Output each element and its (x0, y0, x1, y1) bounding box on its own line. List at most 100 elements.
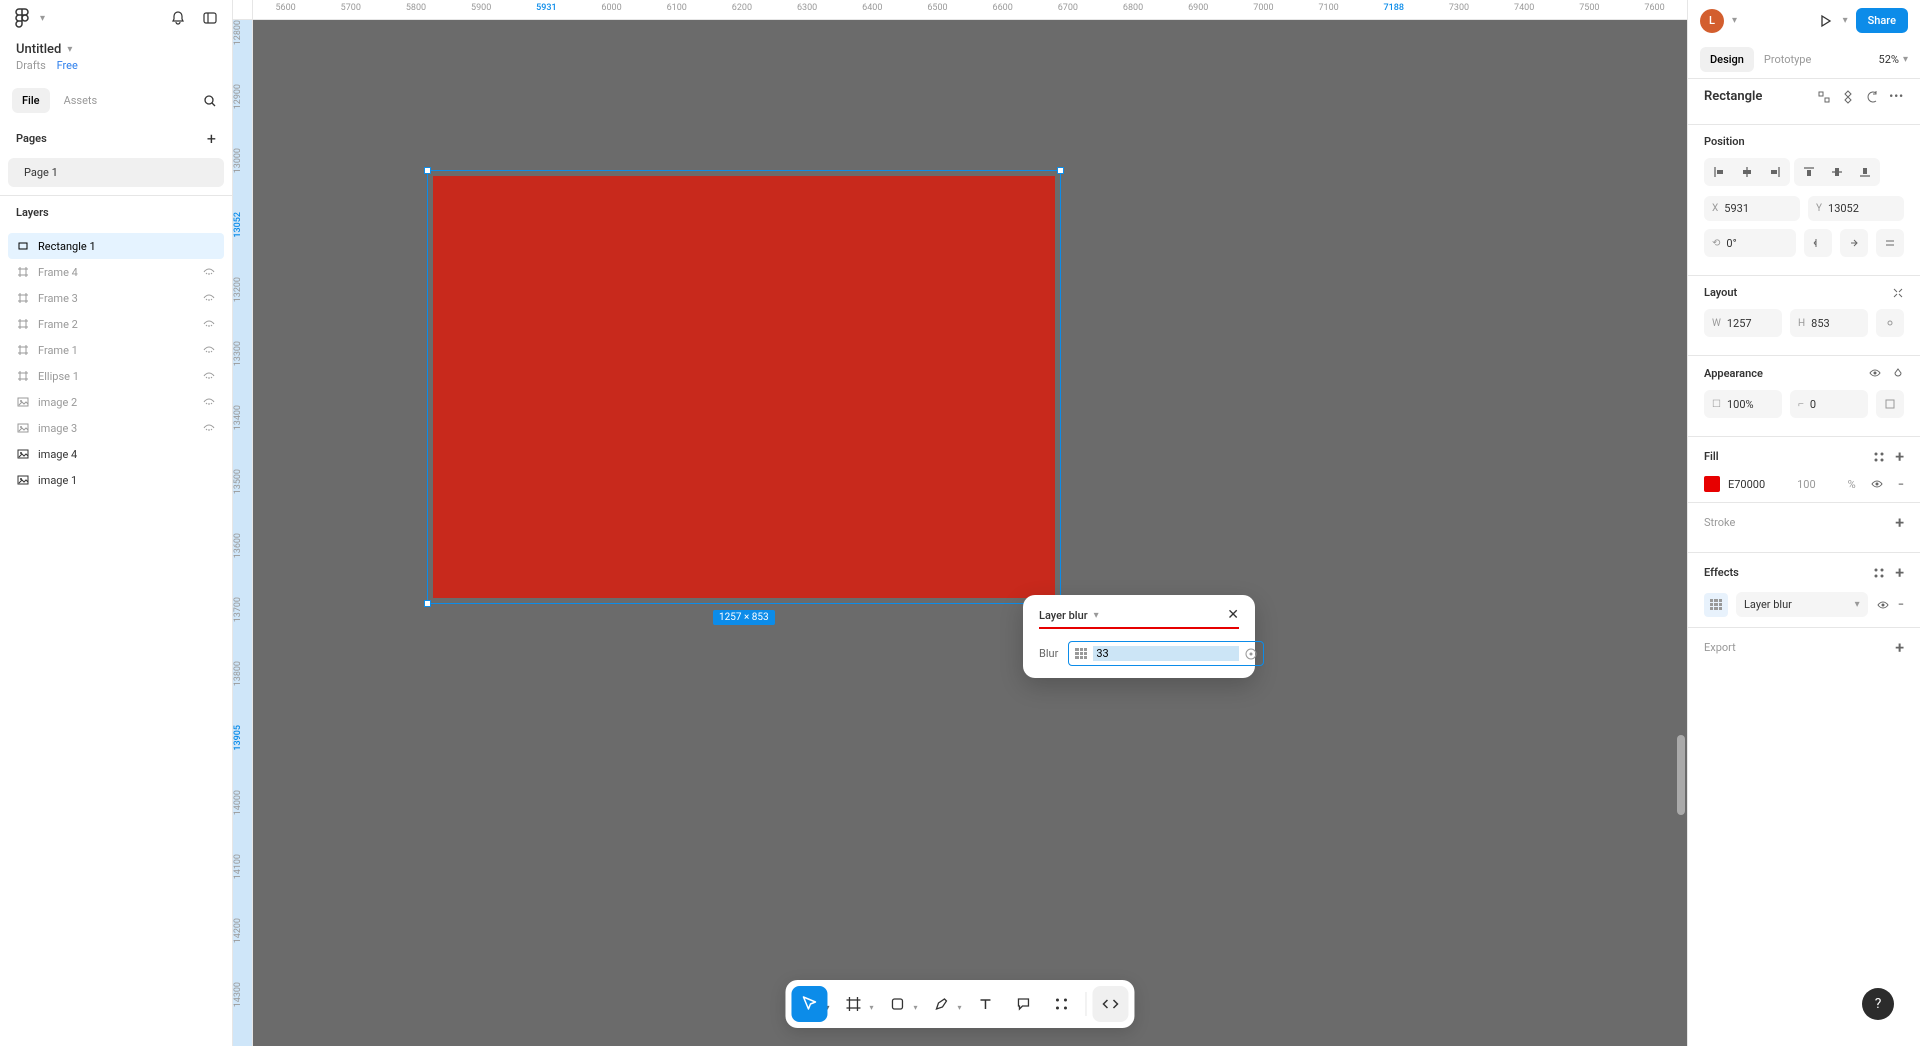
chevron-down-icon[interactable]: ▾ (40, 13, 45, 24)
hidden-icon[interactable] (202, 423, 216, 433)
hidden-icon[interactable] (202, 319, 216, 329)
zoom-control[interactable]: 52% ▾ (1879, 53, 1908, 66)
width-field[interactable]: W1257 (1704, 309, 1782, 337)
dev-mode-toggle[interactable] (1093, 986, 1129, 1022)
blur-input-wrap[interactable] (1068, 641, 1264, 666)
add-page-button[interactable]: + (207, 129, 216, 148)
ruler-vertical[interactable]: 1280012900130001305213200133001340013500… (233, 20, 253, 1046)
x-field[interactable]: X5931 (1704, 196, 1800, 221)
add-fill-button[interactable]: + (1895, 447, 1904, 466)
layer-item[interactable]: Frame 4 (8, 259, 224, 285)
fill-hex[interactable]: E70000 (1728, 478, 1765, 491)
actions-tool[interactable] (1044, 986, 1080, 1022)
rotation-field[interactable]: ⟲0° (1704, 229, 1796, 257)
align-vcenter[interactable] (1824, 160, 1850, 184)
avatar[interactable]: L (1700, 9, 1724, 33)
y-field[interactable]: Y13052 (1808, 196, 1904, 221)
layer-item[interactable]: Frame 3 (8, 285, 224, 311)
layer-item[interactable]: Frame 1 (8, 337, 224, 363)
figma-logo[interactable] (12, 8, 32, 28)
effect-settings-icon[interactable] (1704, 593, 1728, 617)
hidden-icon[interactable] (202, 345, 216, 355)
text-tool[interactable] (968, 986, 1004, 1022)
hidden-icon[interactable] (202, 371, 216, 381)
visibility-icon[interactable] (1868, 366, 1882, 380)
styles-icon[interactable] (1873, 567, 1885, 579)
layer-item[interactable]: image 3 (8, 415, 224, 441)
fill-swatch[interactable] (1704, 476, 1720, 492)
layer-item[interactable]: Frame 2 (8, 311, 224, 337)
flip-h-icon[interactable] (1804, 229, 1832, 257)
more-icon[interactable]: ••• (1889, 90, 1904, 103)
constrain-icon[interactable] (1876, 309, 1904, 337)
file-title[interactable]: Untitled (16, 42, 61, 57)
plan-badge[interactable]: Free (57, 59, 78, 72)
drafts-label[interactable]: Drafts (16, 59, 46, 72)
layer-item[interactable]: Ellipse 1 (8, 363, 224, 389)
hidden-icon[interactable] (202, 293, 216, 303)
selection-handle[interactable] (1057, 167, 1064, 174)
notification-icon[interactable] (168, 8, 188, 28)
page-item[interactable]: Page 1 (8, 158, 224, 187)
remove-fill-button[interactable]: − (1898, 478, 1904, 491)
chevron-down-icon[interactable]: ▾ (1732, 15, 1737, 26)
panel-toggle-icon[interactable] (200, 8, 220, 28)
hidden-icon[interactable] (202, 397, 216, 407)
layer-item[interactable]: image 4 (8, 441, 224, 467)
close-icon[interactable]: ✕ (1227, 607, 1239, 623)
add-export-button[interactable]: + (1895, 638, 1904, 657)
reset-icon[interactable] (1865, 90, 1879, 104)
add-effect-button[interactable]: + (1895, 563, 1904, 582)
height-field[interactable]: H853 (1790, 309, 1868, 337)
align-icon[interactable] (1817, 90, 1831, 104)
shape-tool[interactable] (880, 986, 916, 1022)
canvas[interactable]: 5600570058005900593160006100620063006400… (233, 0, 1687, 1046)
align-bottom[interactable] (1852, 160, 1878, 184)
effect-type-select[interactable]: Layer blur ▾ (1736, 592, 1868, 617)
layer-item[interactable]: Rectangle 1 (8, 233, 224, 259)
flip-v-icon[interactable] (1840, 229, 1868, 257)
autolayout-icon[interactable] (1892, 287, 1904, 299)
radius-field[interactable]: ⌐0 (1790, 390, 1868, 418)
frame-tool[interactable] (835, 986, 871, 1022)
blend-icon[interactable] (1892, 367, 1904, 379)
align-hcenter[interactable] (1734, 160, 1760, 184)
align-left[interactable] (1706, 160, 1732, 184)
search-icon[interactable] (200, 91, 220, 111)
ruler-horizontal[interactable]: 5600570058005900593160006100620063006400… (253, 0, 1687, 20)
opacity-field[interactable]: ☐100% (1704, 390, 1782, 418)
present-button[interactable] (1815, 11, 1835, 31)
tab-design[interactable]: Design (1700, 47, 1754, 72)
help-button[interactable]: ? (1862, 988, 1894, 1020)
tab-file[interactable]: File (12, 88, 50, 113)
hidden-icon[interactable] (202, 267, 216, 277)
scrollbar[interactable] (1677, 735, 1685, 1015)
visibility-icon[interactable] (1876, 598, 1890, 612)
more-transform-icon[interactable] (1876, 229, 1904, 257)
chevron-down-icon[interactable]: ▾ (1094, 610, 1099, 621)
align-top[interactable] (1796, 160, 1822, 184)
fill-pct[interactable]: 100 (1797, 478, 1816, 491)
tab-assets[interactable]: Assets (54, 88, 108, 113)
add-stroke-button[interactable]: + (1895, 513, 1904, 532)
layer-item[interactable]: image 1 (8, 467, 224, 493)
layer-item[interactable]: image 2 (8, 389, 224, 415)
tab-prototype[interactable]: Prototype (1754, 47, 1821, 72)
pen-tool[interactable] (924, 986, 960, 1022)
styles-icon[interactable] (1873, 451, 1885, 463)
comment-tool[interactable] (1006, 986, 1042, 1022)
scrollbar-thumb[interactable] (1677, 735, 1685, 815)
radius-detail-icon[interactable] (1876, 390, 1904, 418)
component-icon[interactable] (1841, 90, 1855, 104)
align-right[interactable] (1762, 160, 1788, 184)
selection-handle[interactable] (424, 600, 431, 607)
chevron-down-icon[interactable]: ▾ (1903, 54, 1908, 65)
chevron-down-icon[interactable]: ▾ (67, 44, 72, 55)
blur-input[interactable] (1093, 646, 1239, 661)
remove-effect-button[interactable]: − (1898, 598, 1904, 611)
share-button[interactable]: Share (1856, 8, 1908, 33)
move-tool[interactable] (791, 986, 827, 1022)
chevron-down-icon[interactable]: ▾ (1843, 15, 1848, 26)
visibility-icon[interactable] (1870, 477, 1884, 491)
selection-handle[interactable] (424, 167, 431, 174)
